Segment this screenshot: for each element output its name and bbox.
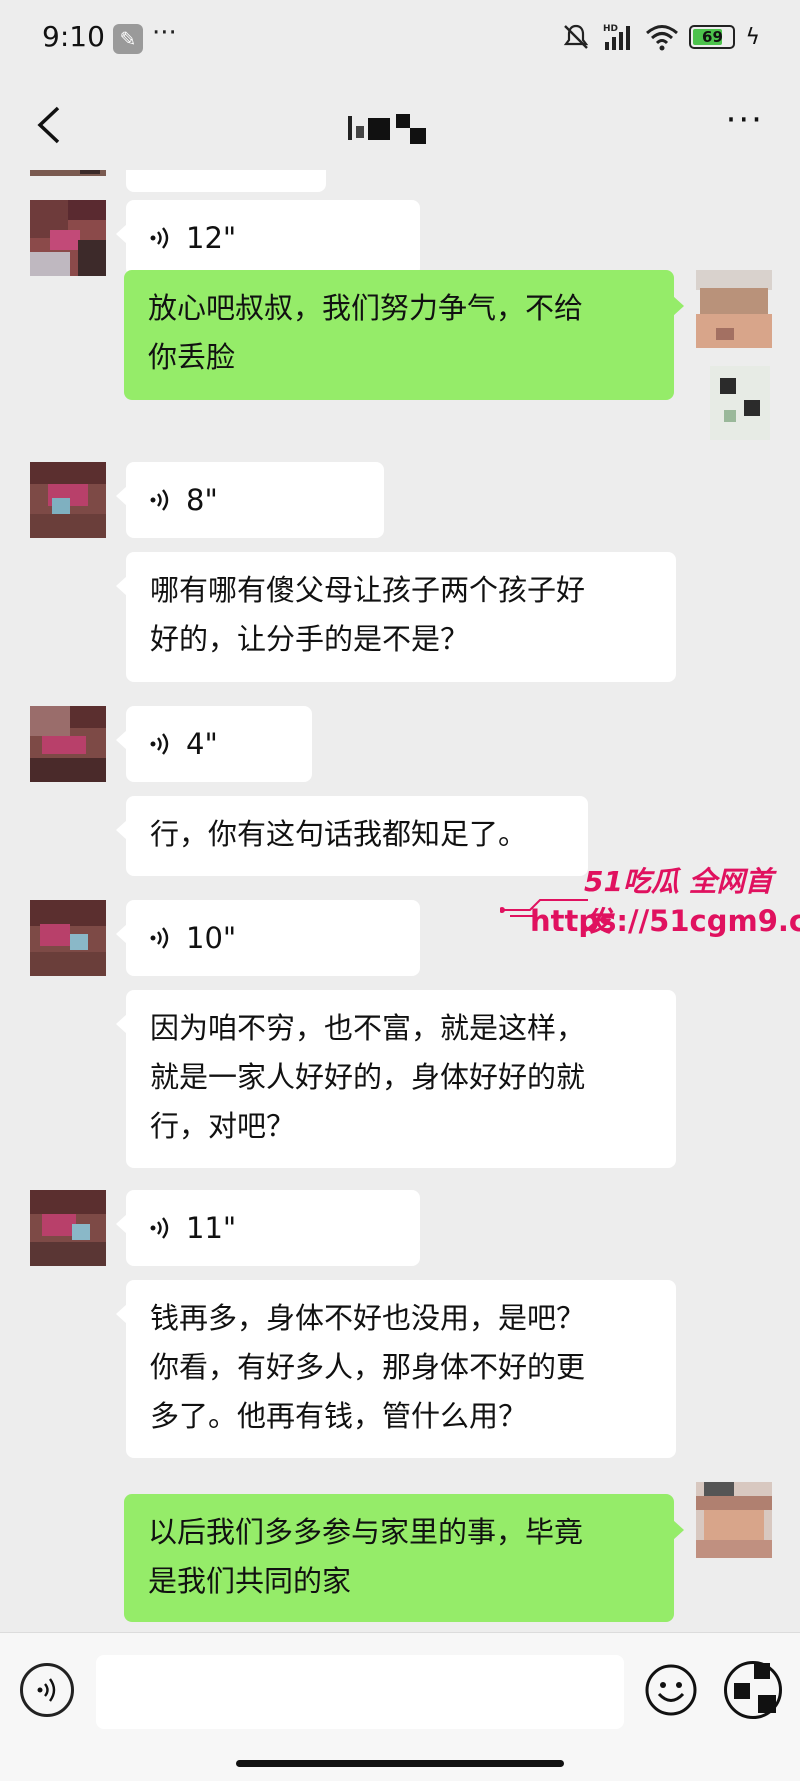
voice-duration: 8" [186,482,218,517]
contact-avatar [30,170,106,176]
charging-icon: ϟ [745,24,760,50]
watermark-url: https://51cgm9.com [530,904,800,938]
more-icon[interactable]: ··· [726,100,764,140]
voice-icon [150,733,169,755]
contact-avatar[interactable] [30,462,106,538]
message-line: 你丢脸 [148,340,236,374]
outgoing-message[interactable]: 放心吧叔叔，我们努力争气，不给 你丢脸 [124,270,684,400]
contact-avatar[interactable] [30,200,106,276]
message-line: 钱再多，身体不好也没用，是吧？ [150,1301,586,1335]
wrench-icon: ✎ [113,24,143,54]
message-line: 多了。他再有钱，管什么用？ [150,1399,528,1433]
svg-text:HD: HD [603,24,618,34]
contact-avatar[interactable] [30,1190,106,1266]
message-line: 就是一家人好好的，身体好好的就 [150,1060,586,1094]
chat-header: ··· [0,80,800,170]
message-line: 你看，有好多人，那身体不好的更 [150,1350,586,1384]
contact-name-redacted [346,104,442,148]
battery-level: 69 [702,28,723,46]
status-icons: HD 69 ϟ [561,22,760,52]
my-avatar[interactable] [696,270,772,446]
voice-message[interactable]: 11" [116,1190,420,1266]
message-line: 是我们共同的家 [148,1564,352,1598]
emoji-icon[interactable] [644,1663,698,1717]
message-line: 放心吧叔叔，我们努力争气，不给 [148,291,584,325]
status-time: 9:10 [42,20,105,53]
notification-dots: ··· [152,18,177,48]
voice-message[interactable]: 10" [116,900,420,976]
my-avatar[interactable] [696,1482,772,1558]
chat-area[interactable]: 12" 放心吧叔叔，我们努力争气，不给 你丢脸 8" 哪有哪有傻父母让孩子两个孩… [0,170,800,1630]
input-bar [0,1632,800,1781]
contact-avatar[interactable] [30,706,106,782]
mute-icon [564,24,589,49]
voice-message[interactable]: 4" [116,706,312,782]
voice-icon [150,1217,169,1239]
message-line: 因为咱不穷，也不富，就是这样， [150,1011,586,1045]
message-line: 行，你有这句话我都知足了。 [150,817,528,851]
incoming-message[interactable]: 钱再多，身体不好也没用，是吧？ 你看，有好多人，那身体不好的更 多了。他再有钱，… [116,1280,676,1458]
voice-input-button[interactable] [20,1663,74,1717]
message-line: 行，对吧？ [150,1109,296,1143]
back-icon[interactable] [30,100,70,150]
voice-icon [150,489,169,511]
partial-message-bubble [126,170,326,192]
plus-icon[interactable] [724,1661,782,1719]
wifi-icon [646,25,679,51]
voice-message[interactable]: 8" [116,462,384,538]
contact-avatar[interactable] [30,900,106,976]
battery-icon: 69 [689,25,736,49]
voice-duration: 4" [186,726,218,761]
message-line: 哪有哪有傻父母让孩子两个孩子好 [150,573,586,607]
status-bar: 9:10 ✎ ··· HD 69 ϟ [0,0,800,80]
incoming-message[interactable]: 哪有哪有傻父母让孩子两个孩子好 好的，让分手的是不是？ [116,552,676,682]
signal-icon: HD [603,24,631,50]
message-line: 以后我们多多参与家里的事，毕竟 [148,1515,584,1549]
voice-duration: 12" [186,220,237,255]
outgoing-message[interactable]: 以后我们多多参与家里的事，毕竟 是我们共同的家 [124,1494,684,1622]
voice-icon [150,927,169,949]
message-input[interactable] [96,1655,624,1729]
voice-icon [150,227,169,249]
incoming-message[interactable]: 因为咱不穷，也不富，就是这样， 就是一家人好好的，身体好好的就 行，对吧？ [116,990,676,1168]
watermark: 51吃瓜 全网首发 https://51cgm9.com [500,860,800,950]
voice-duration: 11" [186,1210,237,1245]
message-line: 好的，让分手的是不是？ [150,622,470,656]
voice-icon [37,1678,56,1702]
voice-message[interactable]: 12" [116,200,420,276]
voice-duration: 10" [186,920,237,955]
home-indicator [236,1760,564,1767]
